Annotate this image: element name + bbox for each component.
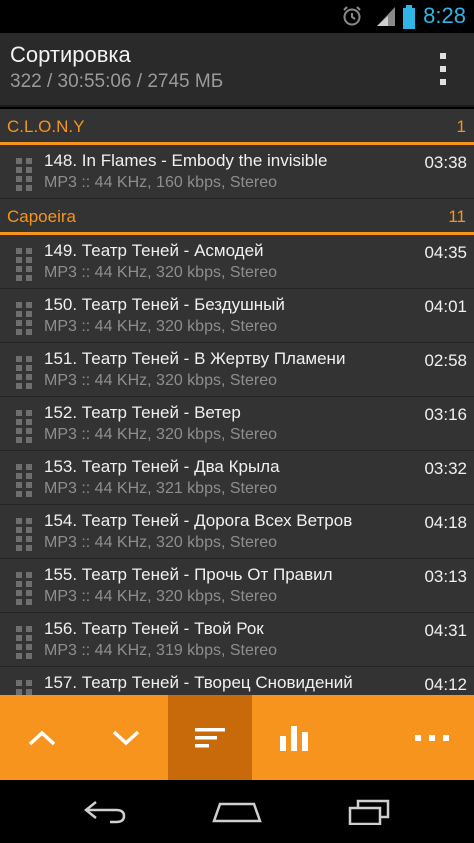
track-info: MP3 :: 44 KHz, 319 kbps, Stereo (44, 642, 278, 659)
track-row[interactable]: 152. Театр Теней - ВетерMP3 :: 44 KHz, 3… (0, 397, 474, 451)
sort-button[interactable] (168, 695, 252, 780)
track-row[interactable]: 151. Театр Теней - В Жертву Пламени MP3 :… (0, 343, 474, 397)
track-row[interactable]: 157. Театр Теней - Творец СновиденийMP3 … (0, 667, 474, 695)
track-title: 157. Театр Теней - Творец Сновидений (44, 673, 353, 692)
track-title: 153. Театр Теней - Два Крыла (44, 457, 280, 476)
track-duration: 03:32 (424, 459, 467, 478)
track-row[interactable]: 150. Театр Теней - БездушныйMP3 :: 44 KH… (0, 289, 474, 343)
track-duration: 04:35 (424, 243, 467, 262)
drag-handle-icon[interactable] (16, 410, 32, 443)
drag-handle-icon[interactable] (16, 680, 32, 695)
track-info: MP3 :: 44 KHz, 320 kbps, Stereo (44, 534, 278, 551)
track-row[interactable]: 153. Театр Теней - Два КрылаMP3 :: 44 KH… (0, 451, 474, 505)
track-info: MP3 :: 44 KHz, 320 kbps, Stereo (44, 588, 278, 605)
track-title: 148. In Flames - Embody the invisible (44, 151, 328, 170)
bottom-toolbar (0, 695, 474, 780)
track-duration: 04:12 (424, 675, 467, 694)
track-duration: 04:18 (424, 513, 467, 532)
recent-apps-icon (348, 799, 390, 825)
action-bar: Сортировка 322 / 30:55:06 / 2745 МБ (0, 33, 474, 107)
group-header[interactable]: Capoeira 11 (0, 199, 474, 235)
track-info: MP3 :: 44 KHz, 320 kbps, Stereo (44, 318, 278, 335)
status-bar: 8:28 (0, 0, 474, 33)
navigation-bar (0, 780, 474, 843)
home-icon (212, 802, 262, 822)
clock-time: 8:28 (423, 3, 466, 28)
group-name: Capoeira (7, 207, 76, 226)
track-duration: 04:31 (424, 621, 467, 640)
track-info: MP3 :: 44 KHz, 320 kbps, Stereo (44, 264, 278, 281)
track-title: 149. Театр Теней - Асмодей (44, 241, 264, 260)
track-row[interactable]: 155. Театр Теней - Прочь От ПравилMP3 ::… (0, 559, 474, 613)
equalizer-button[interactable] (252, 695, 336, 780)
track-row[interactable]: 154. Театр Теней - Дорога Всех Ветров MP3… (0, 505, 474, 559)
drag-handle-icon[interactable] (16, 572, 32, 605)
track-duration: 03:16 (424, 405, 467, 424)
group-name: C.L.O.N.Y (7, 117, 85, 136)
track-info: MP3 :: 44 KHz, 321 kbps, Stereo (44, 480, 278, 497)
drag-handle-icon[interactable] (16, 518, 32, 551)
move-up-button[interactable] (0, 695, 84, 780)
track-duration: 03:13 (424, 567, 467, 586)
move-up-icon (28, 730, 56, 745)
track-title: 152. Театр Теней - Ветер (44, 403, 241, 422)
track-duration: 02:58 (424, 351, 467, 370)
group-header[interactable]: C.L.O.N.Y 1 (0, 109, 474, 145)
track-row[interactable]: 148. In Flames - Embody the invisible MP3… (0, 145, 474, 199)
track-row[interactable]: 156. Театр Теней - Твой РокMP3 :: 44 KHz… (0, 613, 474, 667)
page-subtitle: 322 / 30:55:06 / 2745 МБ (10, 71, 224, 92)
drag-handle-icon[interactable] (16, 302, 32, 335)
track-title: 150. Театр Теней - Бездушный (44, 295, 285, 314)
move-down-button[interactable] (84, 695, 168, 780)
track-info: MP3 :: 44 KHz, 320 kbps, Stereo (44, 372, 278, 389)
drag-handle-icon[interactable] (16, 356, 32, 389)
signal-icon (377, 7, 395, 26)
drag-handle-icon[interactable] (16, 464, 32, 497)
back-button[interactable] (60, 780, 150, 843)
alarm-icon (343, 6, 361, 26)
track-duration: 04:01 (424, 297, 467, 316)
group-count: 1 (456, 117, 466, 136)
equalizer-icon (280, 725, 308, 751)
drag-handle-icon[interactable] (16, 248, 32, 281)
track-row[interactable]: 149. Театр Теней - АсмодейMP3 :: 44 KHz,… (0, 235, 474, 289)
move-down-icon (112, 730, 140, 745)
back-icon (83, 800, 126, 823)
drag-handle-icon[interactable] (16, 158, 32, 191)
sort-icon (195, 727, 225, 747)
track-title: 155. Театр Теней - Прочь От Правил (44, 565, 333, 584)
home-button[interactable] (192, 780, 282, 843)
track-info: MP3 :: 44 KHz, 320 kbps, Stereo (44, 426, 278, 443)
track-info: MP3 :: 44 KHz, 160 kbps, Stereo (44, 174, 278, 191)
recent-apps-button[interactable] (324, 780, 414, 843)
more-icon (415, 734, 449, 741)
track-title: 156. Театр Теней - Твой Рок (44, 619, 264, 638)
track-title: 151. Театр Теней - В Жертву Пламени (44, 349, 346, 368)
group-count: 11 (448, 207, 466, 226)
track-title: 154. Театр Теней - Дорога Всех Ветров (44, 511, 353, 530)
track-duration: 03:38 (424, 153, 467, 172)
battery-icon (403, 5, 415, 29)
drag-handle-icon[interactable] (16, 626, 32, 659)
overflow-menu-icon[interactable] (438, 53, 448, 85)
more-button[interactable] (390, 695, 474, 780)
track-list[interactable]: C.L.O.N.Y 1 148. In Flames - Embody the in… (0, 109, 474, 695)
page-title: Сортировка (10, 42, 131, 67)
